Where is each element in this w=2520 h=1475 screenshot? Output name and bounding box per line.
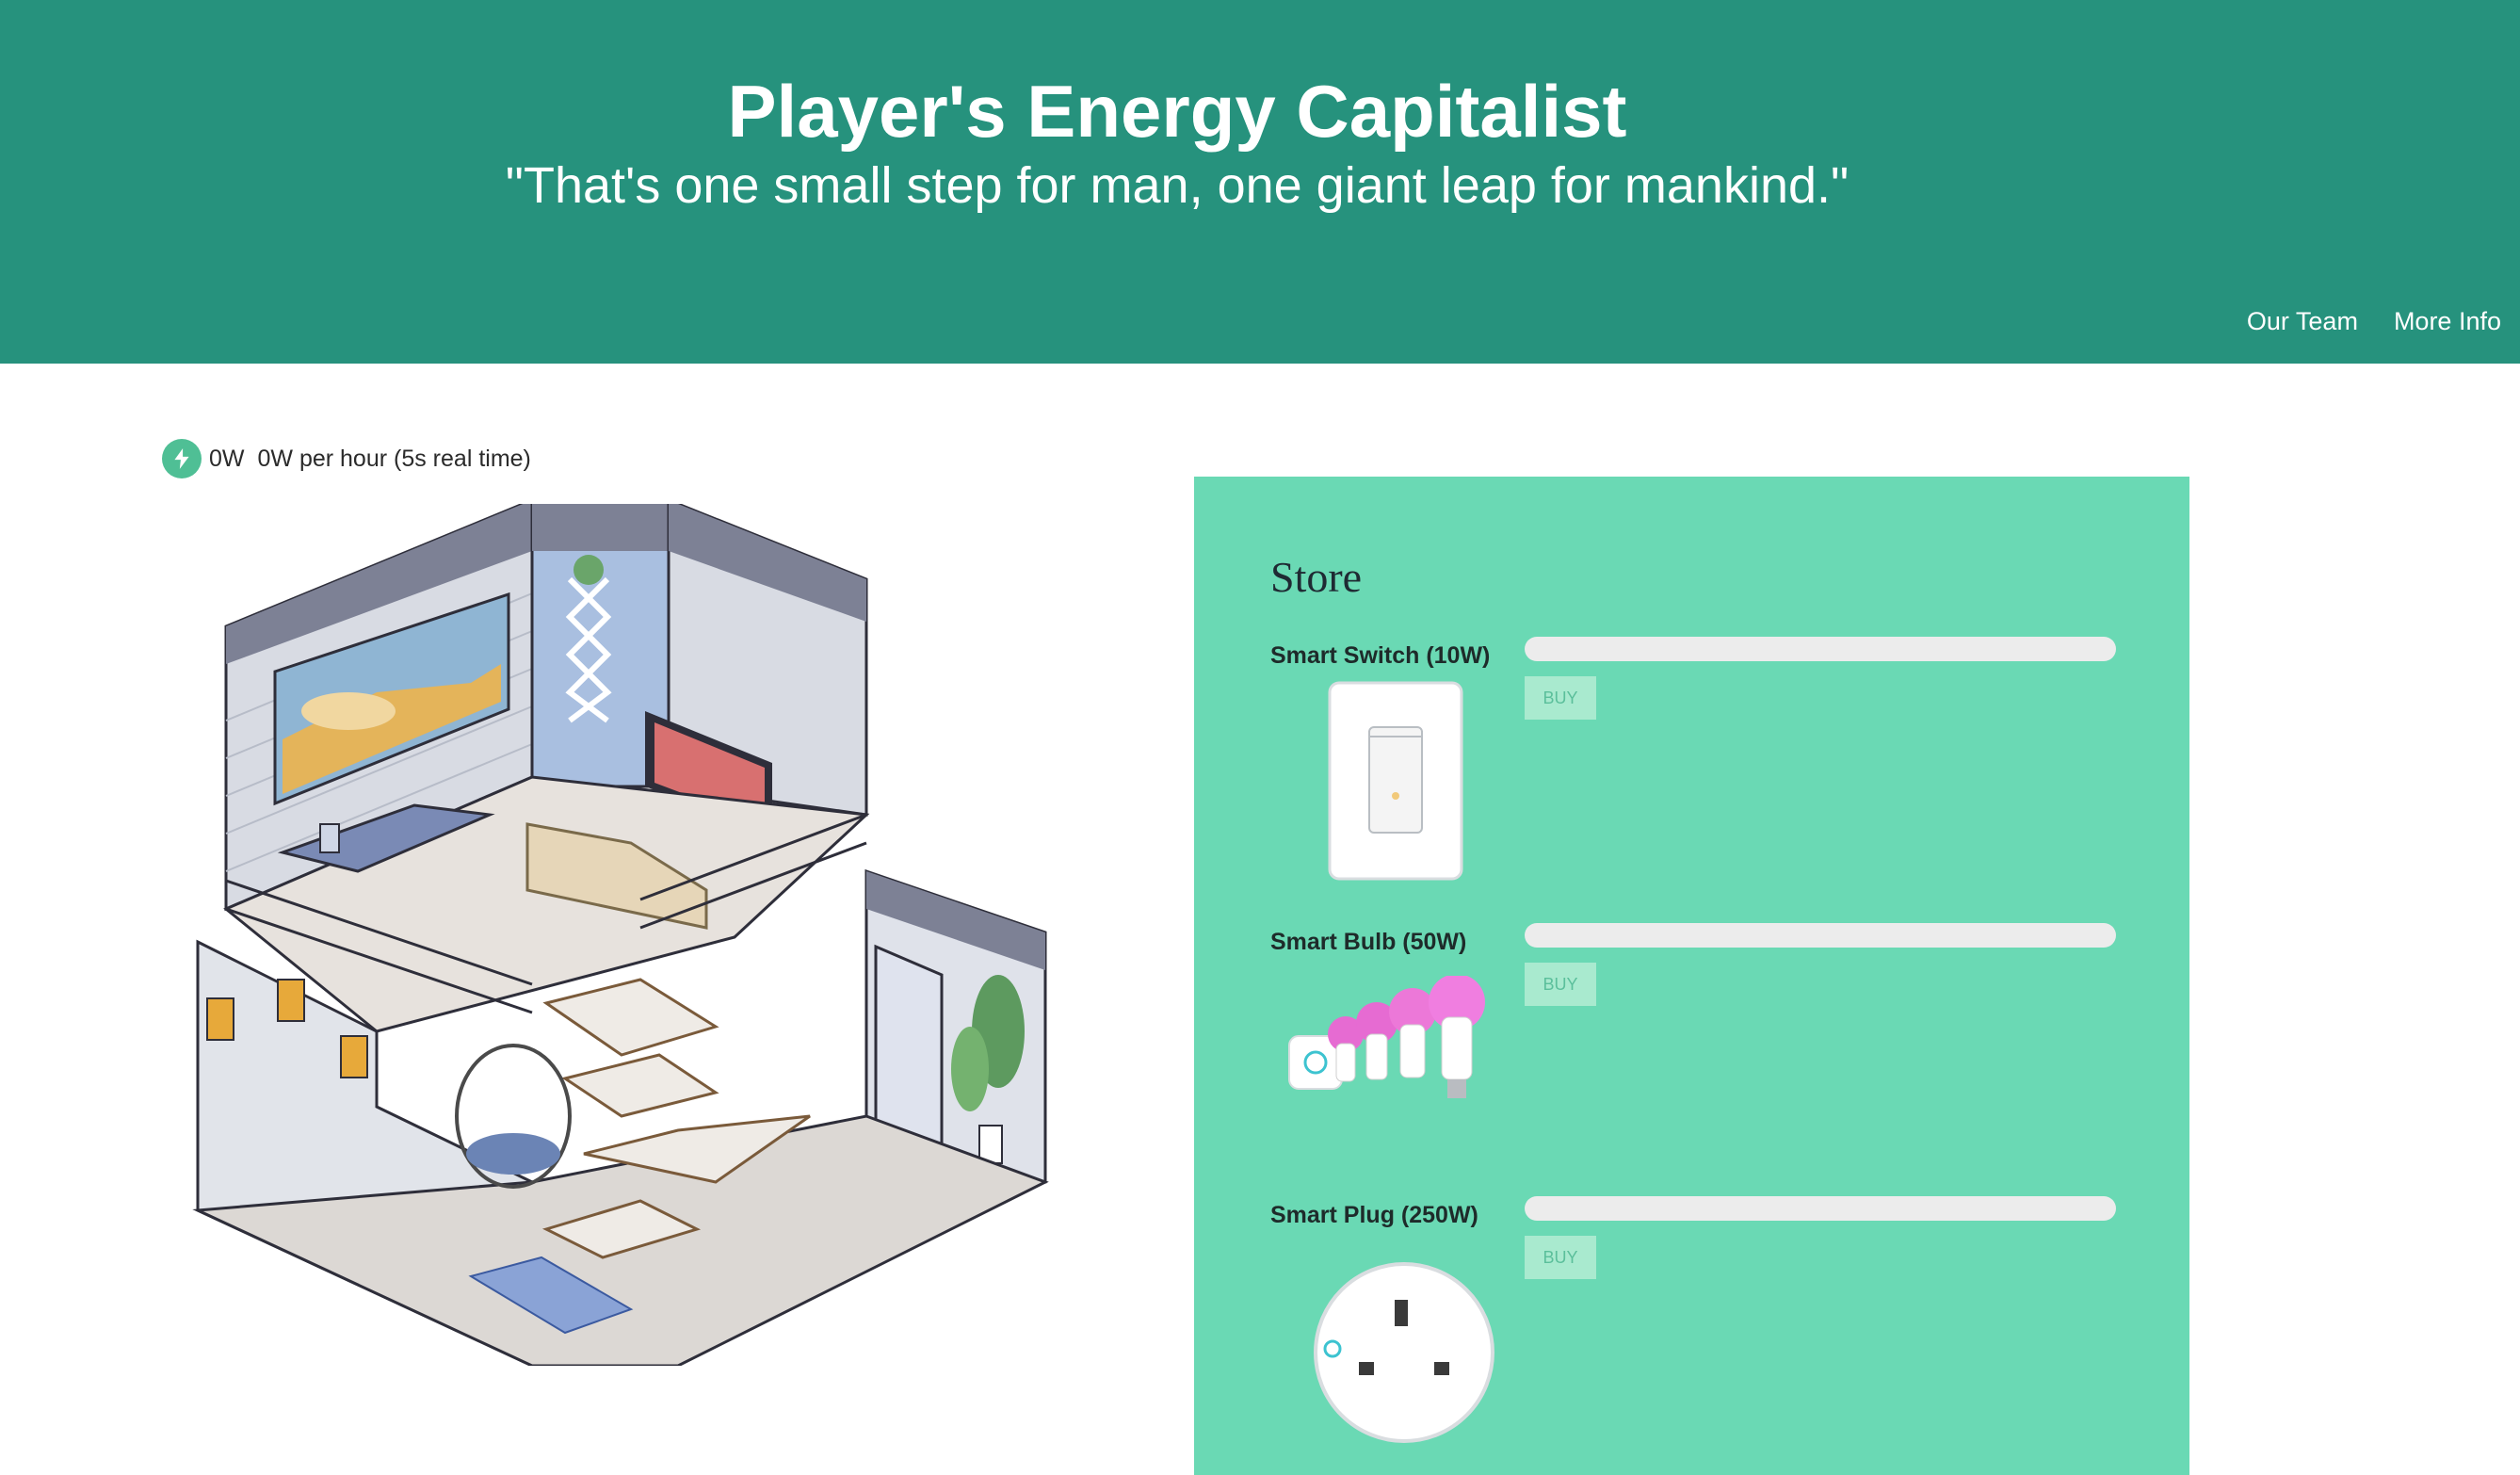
smart-bulb-image: [1288, 976, 1485, 1098]
smart-plug-image: [1314, 1262, 1494, 1443]
energy-rate: 0W per hour (5s real time): [257, 445, 531, 472]
buy-button[interactable]: BUY: [1525, 1236, 1596, 1279]
header: Player's Energy Capitalist "That's one s…: [0, 0, 2520, 364]
page-quote: "That's one small step for man, one gian…: [505, 157, 1850, 214]
item-progress-bar: [1525, 923, 2116, 948]
page-title: Player's Energy Capitalist: [727, 70, 1627, 153]
item-name: Smart Plug (250W): [1270, 1202, 1478, 1228]
buy-button[interactable]: BUY: [1525, 676, 1596, 720]
lightning-bolt-icon: [162, 439, 202, 478]
energy-total: 0W: [209, 445, 245, 472]
store-panel: Store Smart Switch (10W) BUY Smart Bulb …: [1194, 477, 2189, 1475]
item-name: Smart Switch (10W): [1270, 642, 1491, 669]
nav-link-more-info[interactable]: More Info: [2394, 307, 2501, 336]
store-title: Store: [1270, 553, 1363, 601]
nav-link-our-team[interactable]: Our Team: [2247, 307, 2358, 336]
buy-button[interactable]: BUY: [1525, 963, 1596, 1006]
energy-readout: 0W 0W per hour (5s real time): [162, 439, 531, 478]
item-name: Smart Bulb (50W): [1270, 929, 1467, 955]
smart-switch-image: [1328, 681, 1463, 881]
item-progress-bar: [1525, 637, 2116, 661]
item-progress-bar: [1525, 1196, 2116, 1221]
house-illustration: [192, 504, 1049, 1366]
nav-bar: Our Team More Info: [2247, 307, 2501, 336]
